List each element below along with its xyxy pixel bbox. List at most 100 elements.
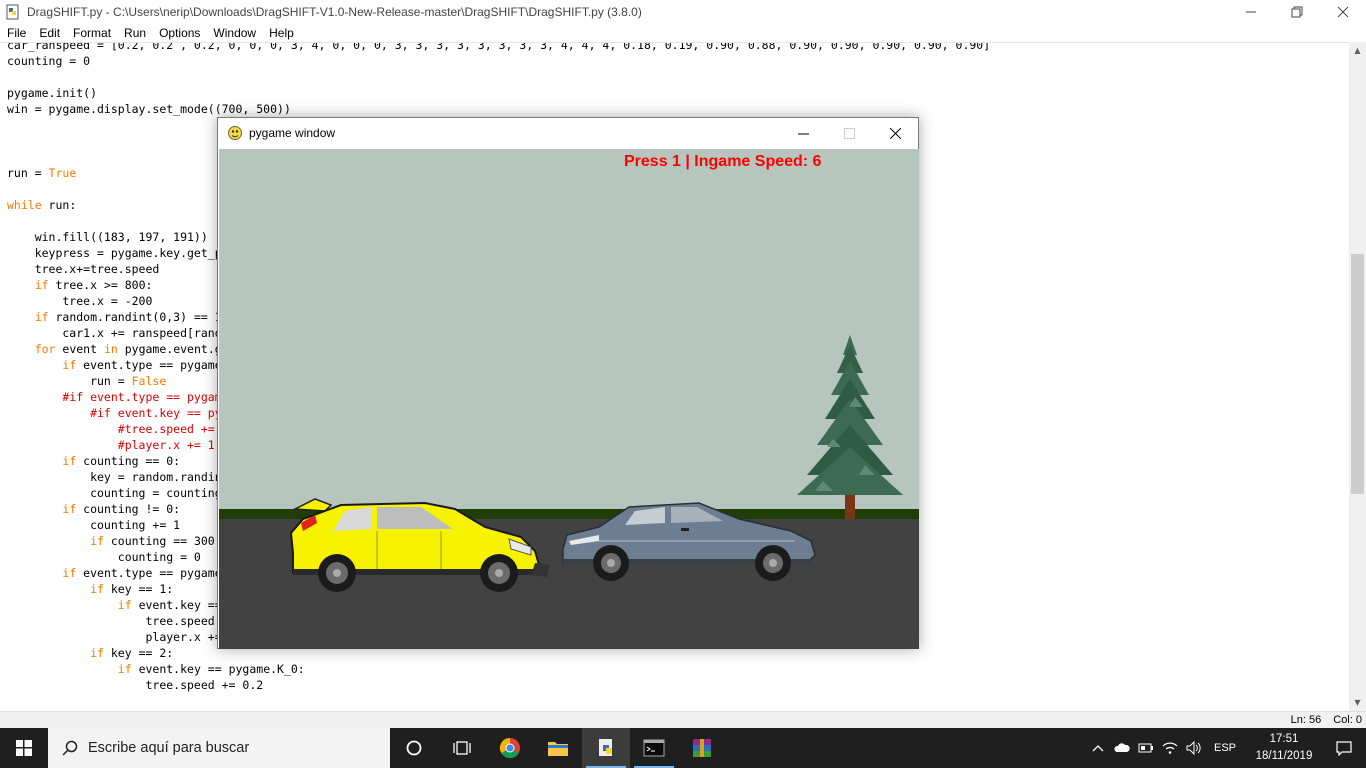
- code-token: if: [62, 502, 77, 516]
- player-car-yellow: [289, 498, 549, 592]
- menu-options[interactable]: Options: [152, 26, 206, 40]
- code-line[interactable]: win = pygame.display.set_mode((700, 500)…: [7, 101, 990, 117]
- code-line[interactable]: car_ranspeed = [0.2, 0.2 , 0.2, 0, 0, 0,…: [7, 42, 991, 53]
- scrollbar-thumb[interactable]: [1351, 254, 1364, 494]
- scroll-down-icon[interactable]: ▼: [1349, 694, 1366, 711]
- task-view-icon: [453, 741, 471, 755]
- code-token: #tree.speed += 0.2: [7, 422, 243, 436]
- code-token: counting = 0: [7, 550, 201, 564]
- onedrive-tray[interactable]: [1110, 728, 1134, 768]
- menubar: File Edit Format Run Options Window Help: [0, 24, 1366, 42]
- code-token: run =: [7, 166, 49, 180]
- game-canvas[interactable]: Press 1 | Ingame Speed: 6: [219, 149, 919, 649]
- code-token: car_ranspeed = [0.2, 0.2 , 0.2, 0, 0, 0,…: [7, 42, 991, 52]
- code-token: win = pygame.display.set_mode((700, 500)…: [7, 102, 291, 116]
- code-token: event.key == pygame.K_0:: [131, 662, 305, 676]
- input-language[interactable]: ESP: [1214, 742, 1236, 754]
- action-center-button[interactable]: [1322, 728, 1366, 768]
- close-button[interactable]: [1320, 0, 1366, 24]
- vertical-scrollbar[interactable]: ▲ ▼: [1349, 42, 1366, 711]
- code-line[interactable]: [7, 69, 990, 85]
- code-token: while: [7, 198, 42, 212]
- winrar-icon: [693, 739, 711, 757]
- code-token: run:: [41, 198, 77, 212]
- code-token: counting == 300:: [103, 534, 222, 548]
- code-token: if: [117, 662, 132, 676]
- code-token: run =: [7, 374, 132, 388]
- battery-tray[interactable]: [1134, 728, 1158, 768]
- file-explorer-taskbar-app[interactable]: [534, 728, 582, 768]
- menu-edit[interactable]: Edit: [32, 26, 66, 40]
- wifi-tray[interactable]: [1158, 728, 1182, 768]
- opponent-car-grey: [562, 502, 816, 581]
- menu-help[interactable]: Help: [262, 26, 300, 40]
- pygame-titlebar[interactable]: pygame window: [218, 118, 918, 148]
- chrome-taskbar-app[interactable]: [486, 728, 534, 768]
- code-line[interactable]: counting = 0: [7, 53, 990, 69]
- task-view-button[interactable]: [438, 728, 486, 768]
- restore-button[interactable]: [1274, 0, 1320, 24]
- folder-icon: [548, 742, 568, 756]
- code-token: counting == 0:: [76, 454, 181, 468]
- clock[interactable]: 17:51 18/11/2019: [1246, 731, 1322, 765]
- code-token: win.fill((183, 197, 191)): [7, 230, 208, 244]
- code-line[interactable]: if event.key == pygame.K_0:: [7, 661, 990, 677]
- code-token: counting != 0:: [76, 502, 181, 516]
- clock-time: 17:51: [1269, 733, 1299, 745]
- idle-file-icon: [6, 4, 19, 20]
- pine-tree: [797, 335, 903, 519]
- restore-icon: [1291, 6, 1303, 18]
- code-token: if: [117, 598, 132, 612]
- pygame-minimize-button[interactable]: [780, 118, 826, 148]
- code-token: random.randint(0,3) == 1:: [48, 310, 229, 324]
- volume-tray[interactable]: [1182, 728, 1206, 768]
- idle-titlebar: DragSHIFT.py - C:\Users\nerip\Downloads\…: [0, 0, 1366, 24]
- speaker-icon: [1186, 741, 1201, 755]
- windows-logo-icon: [16, 740, 32, 756]
- code-token: if: [34, 310, 49, 324]
- cortana-circle-icon: [406, 740, 422, 756]
- start-button[interactable]: [0, 728, 48, 768]
- minimize-button[interactable]: [1228, 0, 1274, 24]
- code-token: if: [90, 646, 104, 660]
- code-token: counting += 1: [7, 518, 181, 532]
- minimize-icon: [797, 133, 809, 134]
- code-token: counting = counting + 1: [7, 486, 250, 500]
- close-icon: [1337, 6, 1349, 18]
- taskbar-search-box[interactable]: Escribe aquí para buscar: [48, 728, 390, 768]
- terminal-taskbar-app[interactable]: [630, 728, 678, 768]
- code-token: True: [48, 166, 77, 180]
- code-token: if: [62, 454, 77, 468]
- pygame-snake-icon: [228, 126, 242, 140]
- idle-taskbar-app[interactable]: [582, 728, 630, 768]
- code-token: if: [34, 278, 49, 292]
- winrar-taskbar-app[interactable]: [678, 728, 726, 768]
- menu-run[interactable]: Run: [117, 26, 152, 40]
- menu-file[interactable]: File: [0, 26, 32, 40]
- menu-window[interactable]: Window: [206, 26, 262, 40]
- wifi-icon: [1162, 742, 1178, 754]
- clock-date: 18/11/2019: [1255, 750, 1313, 762]
- pygame-window[interactable]: pygame window Press 1 | Ingame Speed: 6: [217, 117, 919, 649]
- code-token: #player.x += 1: [7, 438, 215, 452]
- menu-format[interactable]: Format: [66, 26, 117, 40]
- search-icon: [62, 740, 78, 756]
- code-token: pygame.init(): [7, 86, 98, 100]
- code-token: tree.x+=tree.speed: [7, 262, 160, 276]
- code-token: event: [55, 342, 104, 356]
- pygame-close-button[interactable]: [872, 118, 918, 148]
- cortana-button[interactable]: [390, 728, 438, 768]
- code-line[interactable]: pygame.init(): [7, 85, 990, 101]
- code-line[interactable]: tree.speed += 0.2: [7, 677, 990, 693]
- scroll-up-icon[interactable]: ▲: [1349, 42, 1366, 59]
- notification-icon: [1336, 741, 1352, 756]
- show-hidden-icons-button[interactable]: [1086, 728, 1110, 768]
